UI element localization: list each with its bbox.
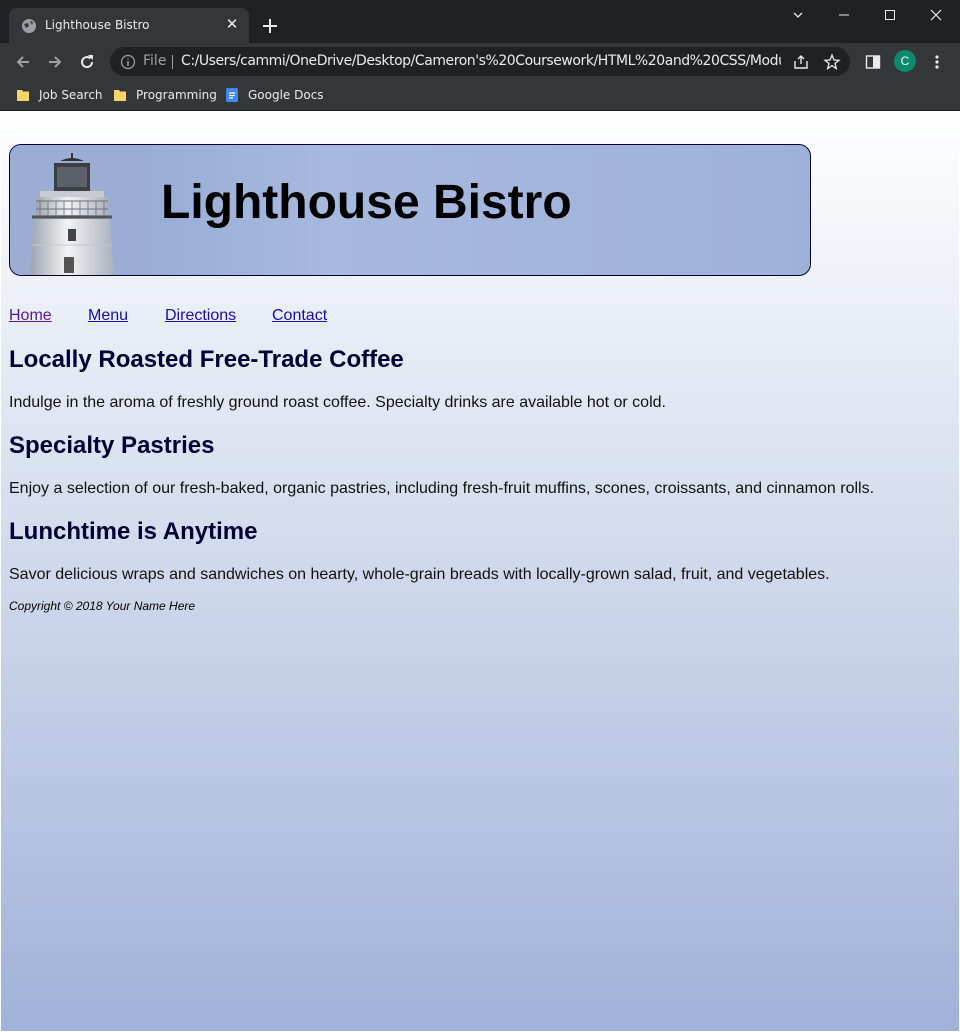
url-text[interactable]: C:/Users/cammi/OneDrive/Desktop/Cameron'… <box>181 53 781 69</box>
minimize-icon[interactable] <box>821 0 867 30</box>
site-title: Lighthouse Bistro <box>161 176 572 229</box>
section-heading-lunch: Lunchtime is Anytime <box>9 518 258 545</box>
bookmark-label: Job Search <box>39 88 103 102</box>
section-text-coffee: Indulge in the aroma of freshly ground r… <box>9 394 666 411</box>
close-tab-icon[interactable]: ✕ <box>223 16 241 34</box>
close-window-icon[interactable] <box>913 0 959 30</box>
reload-icon[interactable] <box>76 51 98 73</box>
forward-arrow-icon[interactable] <box>44 51 66 73</box>
section-heading-pastries: Specialty Pastries <box>9 432 215 459</box>
side-panel-icon[interactable] <box>862 51 884 73</box>
page-viewport: Lighthouse Bistro Home Menu Directions C… <box>1 111 959 1031</box>
folder-icon <box>17 90 29 101</box>
bookmarks-bar: Job Search Programming Google Docs <box>0 80 960 111</box>
section-text-pastries: Enjoy a selection of our fresh-baked, or… <box>9 480 875 497</box>
omnibox-divider <box>172 55 173 69</box>
nav-link-contact[interactable]: Contact <box>272 307 327 325</box>
maximize-icon[interactable] <box>867 0 913 30</box>
bookmark-job-search[interactable]: Job Search <box>16 86 103 104</box>
nav-link-menu[interactable]: Menu <box>88 307 128 325</box>
browser-tabstrip: Lighthouse Bistro ✕ <box>0 0 960 43</box>
copyright-footer: Copyright © 2018 Your Name Here <box>9 599 196 613</box>
new-tab-icon[interactable] <box>258 14 282 38</box>
bookmark-label: Google Docs <box>248 88 324 102</box>
tab-search-icon[interactable] <box>775 0 821 30</box>
folder-icon <box>114 90 126 101</box>
bookmark-label: Programming <box>136 88 217 102</box>
section-heading-coffee: Locally Roasted Free-Trade Coffee <box>9 346 404 373</box>
browser-toolbar: File C:/Users/cammi/OneDrive/Desktop/Cam… <box>0 43 960 80</box>
more-menu-icon[interactable] <box>926 51 948 73</box>
nav-link-home[interactable]: Home <box>9 307 52 325</box>
tab-title: Lighthouse Bistro <box>45 18 150 32</box>
bookmark-google-docs[interactable]: Google Docs <box>225 86 324 104</box>
address-bar[interactable]: File C:/Users/cammi/OneDrive/Desktop/Cam… <box>110 47 850 76</box>
nav-link-directions[interactable]: Directions <box>165 307 236 325</box>
google-docs-icon <box>226 88 238 102</box>
info-icon[interactable] <box>120 54 136 70</box>
share-icon[interactable] <box>792 53 810 71</box>
profile-avatar[interactable]: C <box>894 50 916 72</box>
bookmark-star-icon[interactable] <box>823 53 841 71</box>
globe-icon <box>22 19 36 33</box>
browser-tab[interactable]: Lighthouse Bistro ✕ <box>9 8 249 43</box>
bookmark-programming[interactable]: Programming <box>113 86 217 104</box>
lighthouse-image <box>10 145 150 275</box>
back-arrow-icon[interactable] <box>12 51 34 73</box>
section-text-lunch: Savor delicious wraps and sandwiches on … <box>9 566 830 583</box>
header-banner: Lighthouse Bistro <box>9 144 811 276</box>
url-scheme-label: File <box>143 53 167 69</box>
